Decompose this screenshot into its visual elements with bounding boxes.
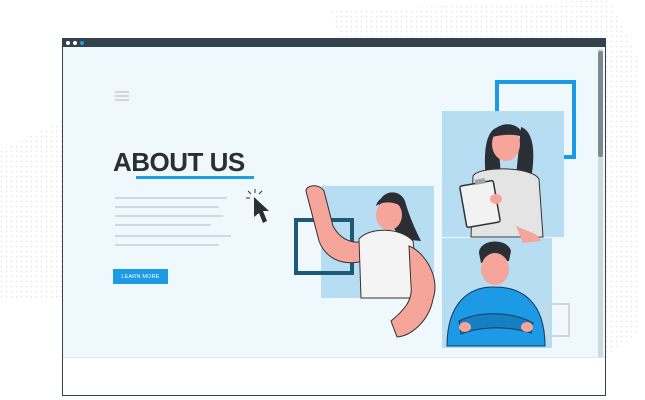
cursor-icon: [246, 189, 269, 223]
browser-window: ABOUT US LEARN MORE: [62, 38, 606, 396]
team-illustration: [246, 80, 576, 348]
window-footer: [63, 357, 605, 395]
